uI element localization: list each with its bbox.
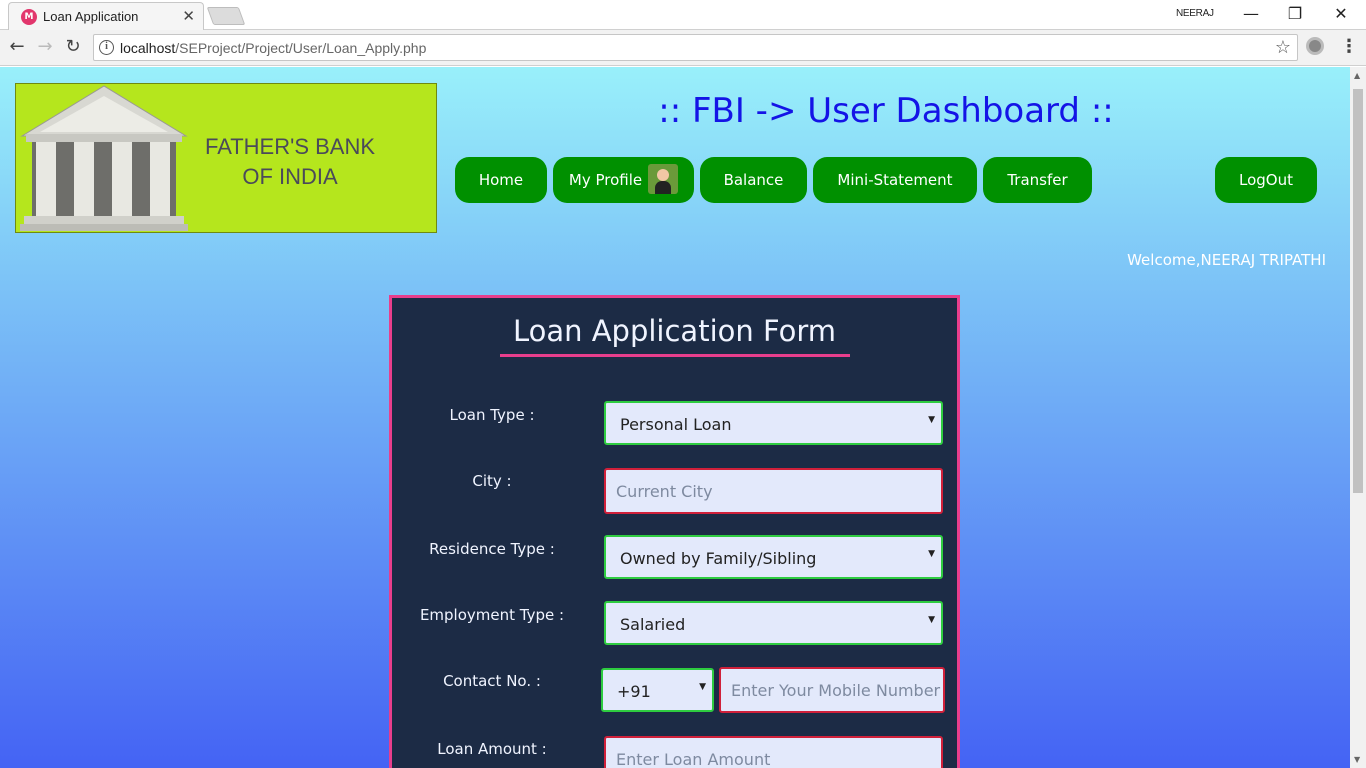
- page-viewport: FATHER'S BANK OF INDIA :: FBI -> User Da…: [0, 67, 1350, 768]
- transfer-button[interactable]: Transfer: [983, 157, 1092, 203]
- my-profile-label: My Profile: [568, 171, 643, 189]
- title-underline: [500, 354, 850, 357]
- scroll-up-icon[interactable]: ▲: [1354, 71, 1360, 80]
- dropdown-arrow-icon: ▼: [928, 415, 935, 425]
- scroll-down-icon[interactable]: ▼: [1354, 755, 1360, 764]
- mini-statement-button[interactable]: Mini-Statement: [813, 157, 977, 203]
- contact-number-label: Contact No. :: [443, 672, 541, 690]
- url-text: localhost/SEProject/Project/User/Loan_Ap…: [120, 40, 427, 56]
- loan-type-value: Personal Loan: [620, 415, 732, 434]
- page-scrollbar[interactable]: ▲ ▼: [1350, 67, 1366, 768]
- scroll-thumb[interactable]: [1353, 89, 1363, 493]
- loan-type-label: Loan Type :: [449, 406, 535, 424]
- bank-logo: FATHER'S BANK OF INDIA: [15, 83, 437, 233]
- country-code-select[interactable]: +91 ▼: [601, 668, 714, 712]
- browser-toolbar: ← → ↻ i localhost/SEProject/Project/User…: [0, 30, 1366, 66]
- residence-type-value: Owned by Family/Sibling: [620, 549, 817, 568]
- browser-titlebar: M Loan Application ✕ NEERAJ — ❐ ✕: [0, 0, 1366, 30]
- avatar-icon: [648, 163, 679, 194]
- logout-button[interactable]: LogOut: [1215, 157, 1317, 203]
- my-profile-button[interactable]: My Profile: [553, 157, 694, 203]
- restore-icon[interactable]: ❐: [1280, 4, 1310, 24]
- tab-close-icon[interactable]: ✕: [182, 7, 195, 25]
- mobile-number-placeholder: Enter Your Mobile Number: [731, 681, 941, 700]
- balance-button[interactable]: Balance: [700, 157, 807, 203]
- tab-title: Loan Application: [43, 9, 139, 24]
- forward-arrow-icon[interactable]: →: [34, 36, 56, 58]
- employment-type-label: Employment Type :: [419, 606, 565, 624]
- dropdown-arrow-icon: ▼: [928, 549, 935, 559]
- bank-building-icon: [20, 85, 188, 231]
- country-code-value: +91: [617, 682, 651, 701]
- new-tab-button[interactable]: [206, 7, 246, 25]
- loan-application-form: Loan Application Form Loan Type : Person…: [389, 295, 960, 768]
- loan-amount-input[interactable]: Enter Loan Amount: [604, 736, 943, 768]
- info-icon[interactable]: i: [99, 40, 114, 55]
- dropdown-arrow-icon: ▼: [699, 682, 706, 692]
- employment-type-value: Salaried: [620, 615, 686, 634]
- city-placeholder: Current City: [616, 482, 713, 501]
- close-window-icon[interactable]: ✕: [1326, 4, 1356, 24]
- extension-icon[interactable]: [1306, 37, 1324, 55]
- loan-amount-label: Loan Amount :: [437, 740, 547, 758]
- page-title: :: FBI -> User Dashboard ::: [658, 91, 1114, 131]
- form-title: Loan Application Form: [512, 314, 837, 348]
- browser-profile-name[interactable]: NEERAJ: [1176, 8, 1214, 19]
- mobile-number-input[interactable]: Enter Your Mobile Number: [719, 667, 945, 713]
- residence-type-select[interactable]: Owned by Family/Sibling ▼: [604, 535, 943, 579]
- loan-amount-placeholder: Enter Loan Amount: [616, 750, 771, 768]
- menu-icon[interactable]: ⋮: [1340, 36, 1358, 57]
- city-label: City :: [472, 472, 512, 490]
- star-icon[interactable]: ☆: [1275, 37, 1291, 58]
- reload-icon[interactable]: ↻: [62, 36, 84, 58]
- minimize-icon[interactable]: —: [1236, 4, 1266, 24]
- address-bar[interactable]: i localhost/SEProject/Project/User/Loan_…: [93, 34, 1298, 61]
- home-button[interactable]: Home: [455, 157, 547, 203]
- loan-type-select[interactable]: Personal Loan ▼: [604, 401, 943, 445]
- city-input[interactable]: Current City: [604, 468, 943, 514]
- residence-type-label: Residence Type :: [429, 540, 555, 558]
- browser-tab[interactable]: M Loan Application ✕: [8, 2, 204, 30]
- logo-text: FATHER'S BANK OF INDIA: [204, 134, 376, 189]
- welcome-text: Welcome,NEERAJ TRIPATHI: [1127, 251, 1326, 269]
- favicon-icon: M: [21, 9, 37, 25]
- back-arrow-icon[interactable]: ←: [6, 36, 28, 58]
- employment-type-select[interactable]: Salaried ▼: [604, 601, 943, 645]
- dropdown-arrow-icon: ▼: [928, 615, 935, 625]
